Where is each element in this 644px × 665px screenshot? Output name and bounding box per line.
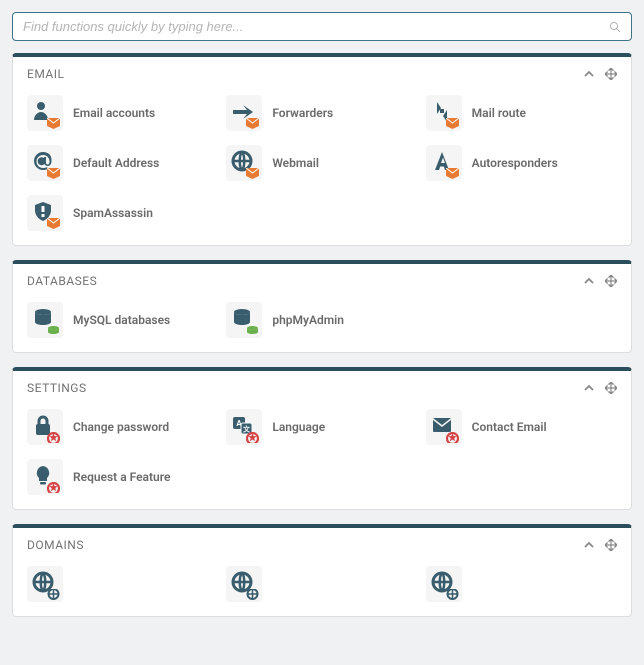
item-label: Default Address xyxy=(73,156,159,170)
category-badge-icon xyxy=(246,118,259,128)
lock-icon xyxy=(27,409,63,445)
panel-header: DATABASES xyxy=(13,264,631,298)
item-label: MySQL databases xyxy=(73,313,170,327)
collapse-icon[interactable] xyxy=(583,68,595,80)
collapse-icon[interactable] xyxy=(583,382,595,394)
category-badge-icon xyxy=(446,589,459,599)
item-spamassassin[interactable]: SpamAssassin xyxy=(27,195,218,231)
category-badge-icon xyxy=(246,589,259,599)
lang-icon xyxy=(226,409,262,445)
globe-icon xyxy=(226,145,262,181)
item-phpmyadmin[interactable]: phpMyAdmin xyxy=(226,302,417,338)
category-badge-icon xyxy=(446,168,459,178)
item-mysql-databases[interactable]: MySQL databases xyxy=(27,302,218,338)
shield-icon xyxy=(27,195,63,231)
db-icon xyxy=(27,302,63,338)
category-badge-icon xyxy=(246,432,259,442)
item-label: Webmail xyxy=(272,156,319,170)
panel-body: Email accounts Forwarders Mail route Defaul… xyxy=(13,91,631,245)
panel-body: Change password Language Contact Email Requ… xyxy=(13,405,631,509)
item-label: Mail route xyxy=(472,106,526,120)
category-badge-icon xyxy=(446,432,459,442)
move-icon[interactable] xyxy=(605,382,617,394)
item-request-feature[interactable]: Request a Feature xyxy=(27,459,218,495)
category-badge-icon xyxy=(446,118,459,128)
item-domain1[interactable] xyxy=(27,566,218,602)
mail-icon xyxy=(426,409,462,445)
item-label: phpMyAdmin xyxy=(272,313,344,327)
item-label: Autoresponders xyxy=(472,156,558,170)
bulb-icon xyxy=(27,459,63,495)
item-label: Request a Feature xyxy=(73,470,170,484)
item-mail-route[interactable]: Mail route xyxy=(426,95,617,131)
panel-title: SETTINGS xyxy=(27,381,573,395)
letter-a-icon xyxy=(426,145,462,181)
item-autoresponders[interactable]: Autoresponders xyxy=(426,145,617,181)
category-badge-icon xyxy=(246,168,259,178)
panel-settings: SETTINGS Change password Language Contact E… xyxy=(12,367,632,510)
panel-email: EMAIL Email accounts Forwarders Mail route D… xyxy=(12,53,632,246)
panel-header: SETTINGS xyxy=(13,371,631,405)
item-label: Contact Email xyxy=(472,420,547,434)
search-input[interactable] xyxy=(23,19,609,34)
user-icon xyxy=(27,95,63,131)
page-root: EMAIL Email accounts Forwarders Mail route D… xyxy=(0,0,644,643)
panel-header: DOMAINS xyxy=(13,528,631,562)
panel-title: DOMAINS xyxy=(27,538,573,552)
move-icon[interactable] xyxy=(605,539,617,551)
panel-body: MySQL databases phpMyAdmin xyxy=(13,298,631,352)
globe-icon xyxy=(426,566,462,602)
collapse-icon[interactable] xyxy=(583,539,595,551)
item-default-address[interactable]: Default Address xyxy=(27,145,218,181)
item-webmail[interactable]: Webmail xyxy=(226,145,417,181)
category-badge-icon xyxy=(246,325,259,335)
globe-icon xyxy=(27,566,63,602)
panel-domains: DOMAINS xyxy=(12,524,632,617)
move-icon[interactable] xyxy=(605,68,617,80)
category-badge-icon xyxy=(47,118,60,128)
category-badge-icon xyxy=(47,589,60,599)
category-badge-icon xyxy=(47,325,60,335)
db-icon xyxy=(226,302,262,338)
panel-databases: DATABASES MySQL databases phpMyAdmin xyxy=(12,260,632,353)
collapse-icon[interactable] xyxy=(583,275,595,287)
panel-title: DATABASES xyxy=(27,274,573,288)
arrow-icon xyxy=(226,95,262,131)
item-label: Forwarders xyxy=(272,106,333,120)
panel-title: EMAIL xyxy=(27,67,573,81)
at-icon xyxy=(27,145,63,181)
route-icon xyxy=(426,95,462,131)
globe-icon xyxy=(226,566,262,602)
search-icon xyxy=(609,21,621,33)
item-label: Language xyxy=(272,420,325,434)
panel-header: EMAIL xyxy=(13,57,631,91)
item-label: Email accounts xyxy=(73,106,155,120)
category-badge-icon xyxy=(47,482,60,492)
item-email-accounts[interactable]: Email accounts xyxy=(27,95,218,131)
panel-body xyxy=(13,562,631,616)
category-badge-icon xyxy=(47,218,60,228)
search-bar[interactable] xyxy=(12,12,632,41)
item-domain3[interactable] xyxy=(426,566,617,602)
item-change-password[interactable]: Change password xyxy=(27,409,218,445)
item-contact-email[interactable]: Contact Email xyxy=(426,409,617,445)
item-label: Change password xyxy=(73,420,169,434)
item-domain2[interactable] xyxy=(226,566,417,602)
item-language[interactable]: Language xyxy=(226,409,417,445)
move-icon[interactable] xyxy=(605,275,617,287)
category-badge-icon xyxy=(47,168,60,178)
item-label: SpamAssassin xyxy=(73,206,153,220)
category-badge-icon xyxy=(47,432,60,442)
item-forwarders[interactable]: Forwarders xyxy=(226,95,417,131)
